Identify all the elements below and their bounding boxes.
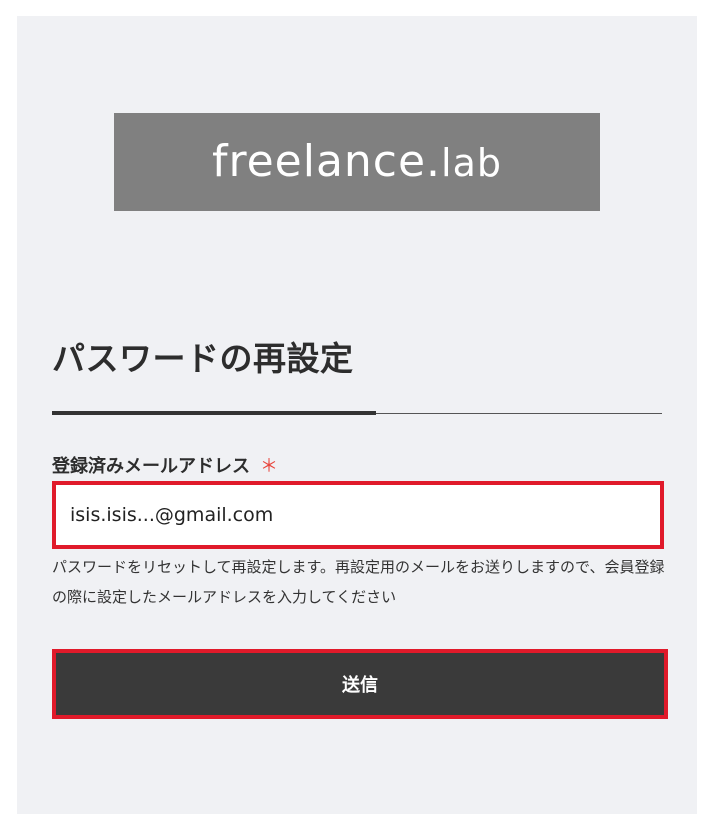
title-divider-accent: [52, 411, 376, 415]
email-label: 登録済みメールアドレス ＊: [52, 452, 278, 478]
password-reset-card: freelance.lab パスワードの再設定 登録済みメールアドレス ＊ パスワ…: [17, 16, 697, 814]
page-title: パスワードの再設定: [52, 339, 354, 378]
logo-name: freelance.: [211, 136, 442, 187]
help-text: パスワードをリセットして再設定します。再設定用のメールをお送りしますので、会員登…: [52, 558, 665, 606]
email-field[interactable]: [56, 485, 660, 545]
email-field-wrapper: [52, 481, 664, 549]
email-label-text: 登録済みメールアドレス: [52, 456, 250, 477]
required-mark: ＊: [260, 456, 278, 477]
submit-button[interactable]: 送信: [52, 649, 668, 719]
logo-wordmark: freelance.lab: [212, 140, 502, 184]
logo-suffix: lab: [441, 141, 503, 185]
site-logo[interactable]: freelance.lab: [114, 113, 600, 211]
